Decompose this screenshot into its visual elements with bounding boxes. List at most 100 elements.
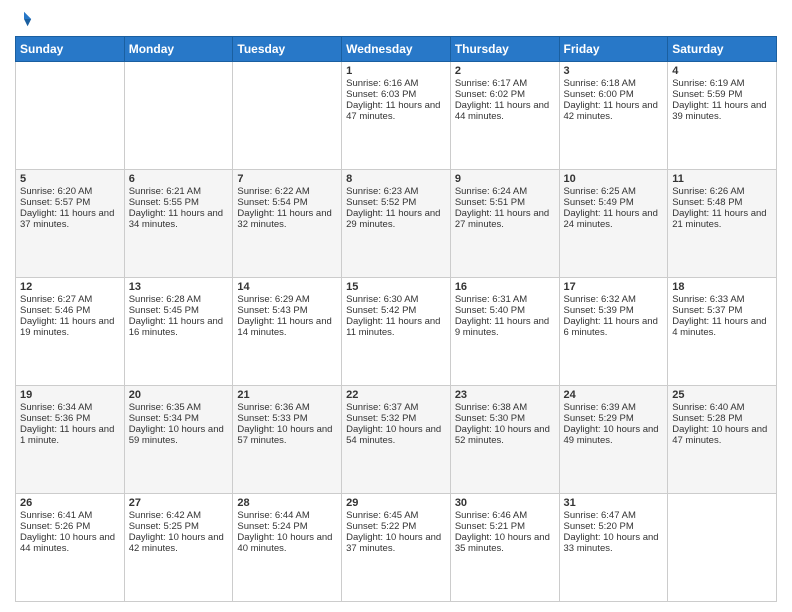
day-info: Sunrise: 6:31 AM <box>455 294 555 305</box>
day-info: Sunrise: 6:16 AM <box>346 78 446 89</box>
day-info: Sunrise: 6:24 AM <box>455 186 555 197</box>
day-info: Sunrise: 6:21 AM <box>129 186 229 197</box>
calendar-header-saturday: Saturday <box>668 37 777 62</box>
day-info: Sunset: 5:48 PM <box>672 197 772 208</box>
day-info: Sunset: 5:29 PM <box>564 413 664 424</box>
calendar-header-friday: Friday <box>559 37 668 62</box>
calendar-cell <box>16 62 125 170</box>
day-number: 3 <box>564 65 664 77</box>
day-info: Daylight: 11 hours and 6 minutes. <box>564 316 664 338</box>
page: SundayMondayTuesdayWednesdayThursdayFrid… <box>0 0 792 612</box>
day-info: Sunrise: 6:35 AM <box>129 402 229 413</box>
calendar-cell <box>668 494 777 602</box>
calendar-cell: 6Sunrise: 6:21 AMSunset: 5:55 PMDaylight… <box>124 170 233 278</box>
calendar-cell: 29Sunrise: 6:45 AMSunset: 5:22 PMDayligh… <box>342 494 451 602</box>
day-number: 17 <box>564 281 664 293</box>
day-info: Sunset: 5:59 PM <box>672 89 772 100</box>
calendar-cell: 19Sunrise: 6:34 AMSunset: 5:36 PMDayligh… <box>16 386 125 494</box>
day-info: Sunset: 5:34 PM <box>129 413 229 424</box>
day-number: 24 <box>564 389 664 401</box>
calendar-cell: 13Sunrise: 6:28 AMSunset: 5:45 PMDayligh… <box>124 278 233 386</box>
day-info: Daylight: 11 hours and 34 minutes. <box>129 208 229 230</box>
day-info: Sunrise: 6:17 AM <box>455 78 555 89</box>
day-info: Daylight: 11 hours and 47 minutes. <box>346 100 446 122</box>
day-info: Sunset: 5:26 PM <box>20 521 120 532</box>
day-info: Sunset: 6:03 PM <box>346 89 446 100</box>
day-info: Sunset: 5:25 PM <box>129 521 229 532</box>
day-info: Sunrise: 6:25 AM <box>564 186 664 197</box>
day-info: Daylight: 11 hours and 1 minute. <box>20 424 120 446</box>
day-number: 10 <box>564 173 664 185</box>
day-number: 6 <box>129 173 229 185</box>
day-info: Sunrise: 6:33 AM <box>672 294 772 305</box>
calendar-cell: 28Sunrise: 6:44 AMSunset: 5:24 PMDayligh… <box>233 494 342 602</box>
day-number: 31 <box>564 497 664 509</box>
day-info: Sunset: 5:51 PM <box>455 197 555 208</box>
day-info: Daylight: 11 hours and 32 minutes. <box>237 208 337 230</box>
day-info: Sunset: 5:21 PM <box>455 521 555 532</box>
day-info: Sunset: 5:40 PM <box>455 305 555 316</box>
calendar-cell: 20Sunrise: 6:35 AMSunset: 5:34 PMDayligh… <box>124 386 233 494</box>
day-info: Daylight: 10 hours and 52 minutes. <box>455 424 555 446</box>
calendar-cell: 25Sunrise: 6:40 AMSunset: 5:28 PMDayligh… <box>668 386 777 494</box>
day-info: Sunrise: 6:23 AM <box>346 186 446 197</box>
day-info: Sunset: 5:43 PM <box>237 305 337 316</box>
day-info: Sunset: 5:39 PM <box>564 305 664 316</box>
day-info: Sunrise: 6:40 AM <box>672 402 772 413</box>
day-info: Sunrise: 6:22 AM <box>237 186 337 197</box>
calendar-cell: 9Sunrise: 6:24 AMSunset: 5:51 PMDaylight… <box>450 170 559 278</box>
calendar-header-wednesday: Wednesday <box>342 37 451 62</box>
calendar-week-4: 26Sunrise: 6:41 AMSunset: 5:26 PMDayligh… <box>16 494 777 602</box>
day-info: Daylight: 10 hours and 42 minutes. <box>129 532 229 554</box>
calendar-cell: 3Sunrise: 6:18 AMSunset: 6:00 PMDaylight… <box>559 62 668 170</box>
calendar-cell: 1Sunrise: 6:16 AMSunset: 6:03 PMDaylight… <box>342 62 451 170</box>
day-info: Sunrise: 6:38 AM <box>455 402 555 413</box>
day-number: 18 <box>672 281 772 293</box>
calendar-cell: 31Sunrise: 6:47 AMSunset: 5:20 PMDayligh… <box>559 494 668 602</box>
day-info: Sunrise: 6:19 AM <box>672 78 772 89</box>
day-number: 7 <box>237 173 337 185</box>
day-number: 25 <box>672 389 772 401</box>
calendar: SundayMondayTuesdayWednesdayThursdayFrid… <box>15 36 777 602</box>
calendar-cell: 11Sunrise: 6:26 AMSunset: 5:48 PMDayligh… <box>668 170 777 278</box>
day-info: Sunset: 5:45 PM <box>129 305 229 316</box>
calendar-cell: 4Sunrise: 6:19 AMSunset: 5:59 PMDaylight… <box>668 62 777 170</box>
day-number: 20 <box>129 389 229 401</box>
day-number: 23 <box>455 389 555 401</box>
calendar-cell: 15Sunrise: 6:30 AMSunset: 5:42 PMDayligh… <box>342 278 451 386</box>
day-info: Daylight: 11 hours and 16 minutes. <box>129 316 229 338</box>
calendar-cell: 2Sunrise: 6:17 AMSunset: 6:02 PMDaylight… <box>450 62 559 170</box>
day-info: Daylight: 10 hours and 47 minutes. <box>672 424 772 446</box>
day-info: Sunset: 5:28 PM <box>672 413 772 424</box>
day-number: 16 <box>455 281 555 293</box>
day-info: Daylight: 11 hours and 24 minutes. <box>564 208 664 230</box>
calendar-cell: 10Sunrise: 6:25 AMSunset: 5:49 PMDayligh… <box>559 170 668 278</box>
day-info: Sunset: 5:36 PM <box>20 413 120 424</box>
logo-icon <box>15 10 33 28</box>
day-info: Daylight: 10 hours and 35 minutes. <box>455 532 555 554</box>
day-number: 5 <box>20 173 120 185</box>
day-number: 14 <box>237 281 337 293</box>
calendar-cell: 12Sunrise: 6:27 AMSunset: 5:46 PMDayligh… <box>16 278 125 386</box>
day-info: Daylight: 10 hours and 40 minutes. <box>237 532 337 554</box>
day-info: Sunrise: 6:41 AM <box>20 510 120 521</box>
day-info: Daylight: 11 hours and 14 minutes. <box>237 316 337 338</box>
day-info: Sunrise: 6:26 AM <box>672 186 772 197</box>
day-info: Daylight: 11 hours and 39 minutes. <box>672 100 772 122</box>
day-info: Daylight: 10 hours and 37 minutes. <box>346 532 446 554</box>
logo <box>15 10 35 28</box>
day-number: 15 <box>346 281 446 293</box>
day-info: Sunset: 5:37 PM <box>672 305 772 316</box>
day-info: Sunset: 5:49 PM <box>564 197 664 208</box>
day-info: Sunrise: 6:30 AM <box>346 294 446 305</box>
day-number: 8 <box>346 173 446 185</box>
day-info: Sunrise: 6:28 AM <box>129 294 229 305</box>
day-info: Sunrise: 6:18 AM <box>564 78 664 89</box>
day-info: Sunrise: 6:20 AM <box>20 186 120 197</box>
day-number: 27 <box>129 497 229 509</box>
day-info: Sunrise: 6:39 AM <box>564 402 664 413</box>
day-number: 13 <box>129 281 229 293</box>
day-info: Sunrise: 6:45 AM <box>346 510 446 521</box>
day-info: Sunrise: 6:42 AM <box>129 510 229 521</box>
day-number: 21 <box>237 389 337 401</box>
